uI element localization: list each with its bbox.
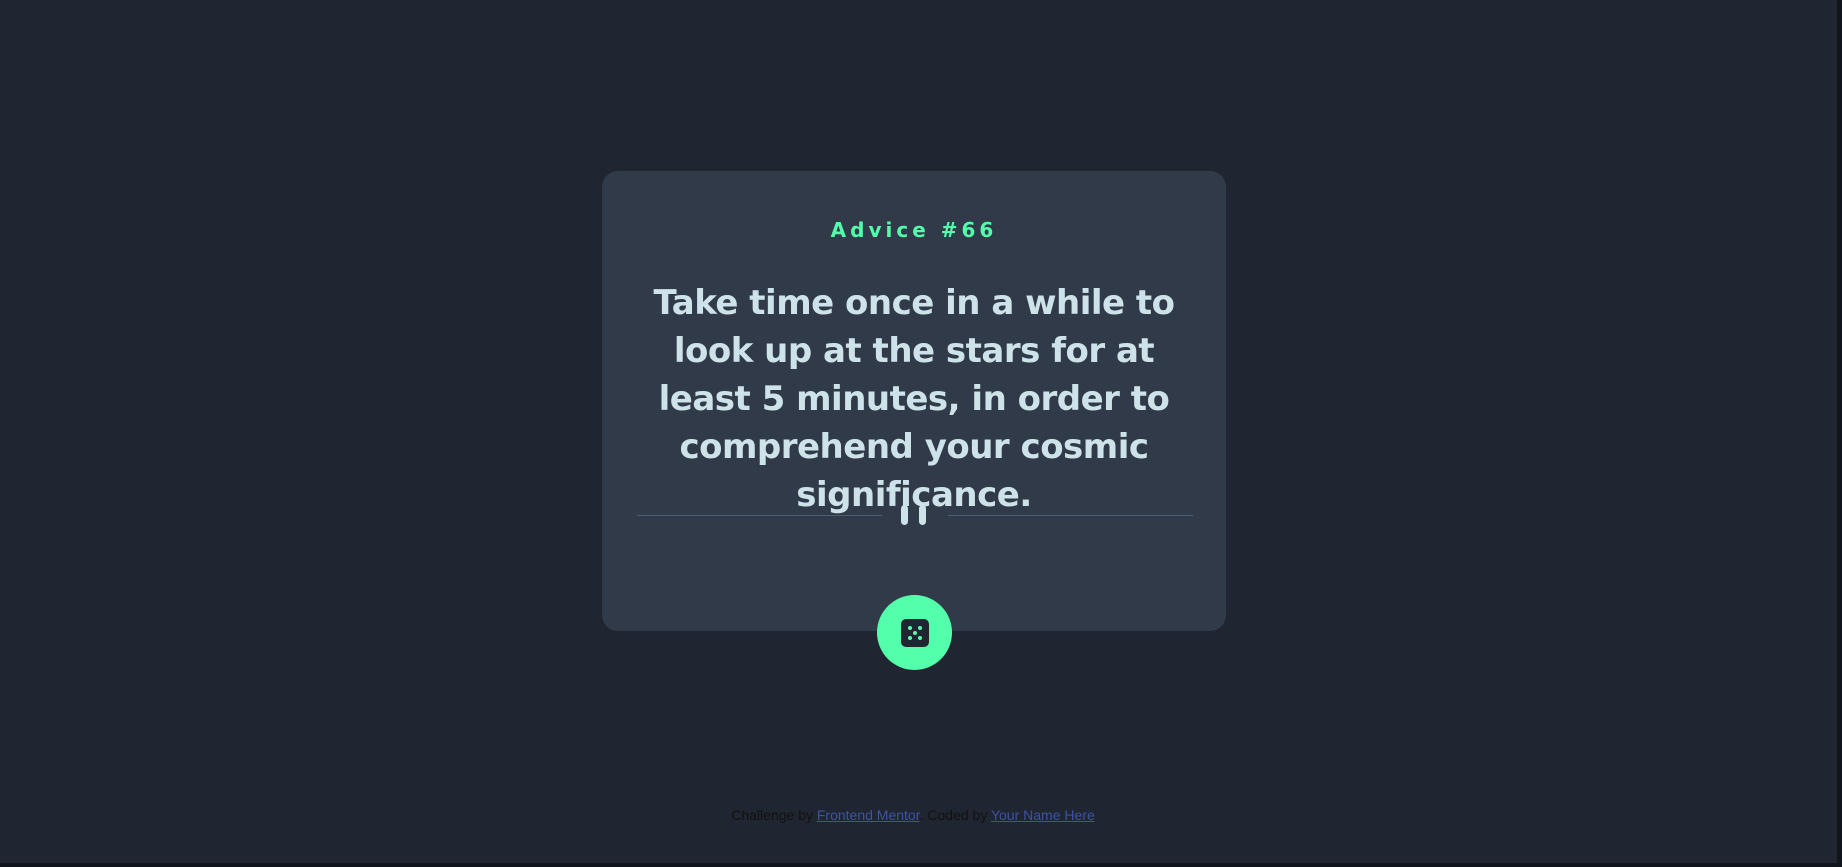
advice-card: Advice #66 Take time once in a while to … (602, 171, 1226, 631)
author-link[interactable]: Your Name Here (991, 807, 1095, 823)
dice-icon (900, 618, 929, 647)
attribution-footer: Challenge by Frontend Mentor. Coded by Y… (0, 806, 1826, 824)
page-edge (1837, 0, 1842, 867)
page: Advice #66 Take time once in a while to … (0, 0, 1842, 867)
frontend-mentor-link[interactable]: Frontend Mentor (817, 807, 920, 823)
pause-bar-left (901, 505, 908, 525)
pause-icon (901, 505, 929, 525)
divider (637, 505, 1193, 525)
pause-bar-right (919, 505, 926, 525)
advice-quote: Take time once in a while to look up at … (653, 283, 1175, 515)
footer-prefix: Challenge by (731, 807, 813, 823)
page-bottom-edge (0, 863, 1842, 867)
divider-line-left (637, 515, 882, 516)
advice-id-label: Advice #66 (830, 218, 998, 242)
new-advice-button[interactable] (877, 595, 952, 670)
footer-middle: . Coded by (919, 807, 988, 823)
divider-line-right (948, 515, 1193, 516)
